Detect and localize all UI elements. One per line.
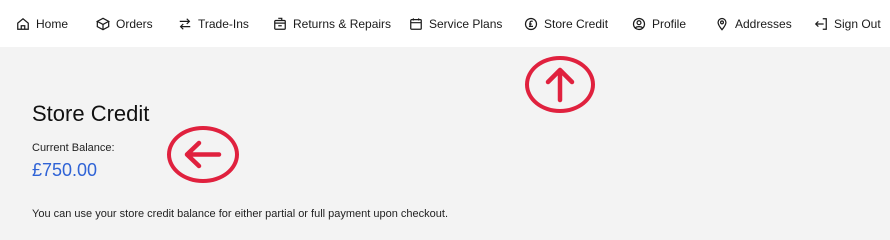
- sign-out-icon: [814, 17, 828, 31]
- nav-item-label: Store Credit: [544, 16, 609, 31]
- balance-value: £750.00: [32, 160, 98, 180]
- arrow-left-annotation: [167, 126, 239, 183]
- store-credit-section: Store Credit Current Balance: £750.00 Yo…: [32, 47, 890, 240]
- nav-item-label: Orders: [116, 16, 153, 31]
- calendar-icon: [409, 17, 423, 31]
- nav-item-label: Trade-Ins: [198, 16, 249, 31]
- store-credit-info: You can use your store credit balance fo…: [32, 208, 449, 220]
- nav-item-label: Returns & Repairs: [293, 16, 392, 31]
- swap-arrows-icon: [178, 17, 192, 31]
- nav-item-sign-out[interactable]: Sign Out: [814, 0, 881, 47]
- nav-item-returns-repairs[interactable]: Returns & Repairs: [273, 0, 391, 47]
- location-pin-icon: [715, 17, 729, 31]
- nav-item-addresses[interactable]: Addresses: [715, 0, 792, 47]
- nav-item-orders[interactable]: Orders: [96, 0, 153, 47]
- nav-item-label: Service Plans: [429, 16, 503, 31]
- balance-label: Current Balance:: [32, 142, 115, 154]
- nav-item-label: Addresses: [735, 16, 792, 31]
- arrow-up-annotation: [525, 56, 595, 113]
- nav-item-store-credit[interactable]: Store Credit: [524, 0, 608, 47]
- page-title: Store Credit: [32, 101, 150, 126]
- nav-item-label: Profile: [652, 16, 687, 31]
- nav-item-home[interactable]: Home: [16, 0, 68, 47]
- box-icon: [96, 17, 110, 31]
- nav-item-trade-ins[interactable]: Trade-Ins: [178, 0, 249, 47]
- nav-item-profile[interactable]: Profile: [632, 0, 686, 47]
- return-box-icon: [273, 17, 287, 31]
- nav-item-service-plans[interactable]: Service Plans: [409, 0, 502, 47]
- nav-item-label: Sign Out: [834, 16, 881, 31]
- nav-item-label: Home: [36, 16, 69, 31]
- pound-coin-icon: [524, 17, 538, 31]
- user-circle-icon: [632, 17, 646, 31]
- top-navigation: Home Orders Trade-Ins Returns & Repairs …: [0, 0, 890, 47]
- home-icon: [16, 17, 30, 31]
